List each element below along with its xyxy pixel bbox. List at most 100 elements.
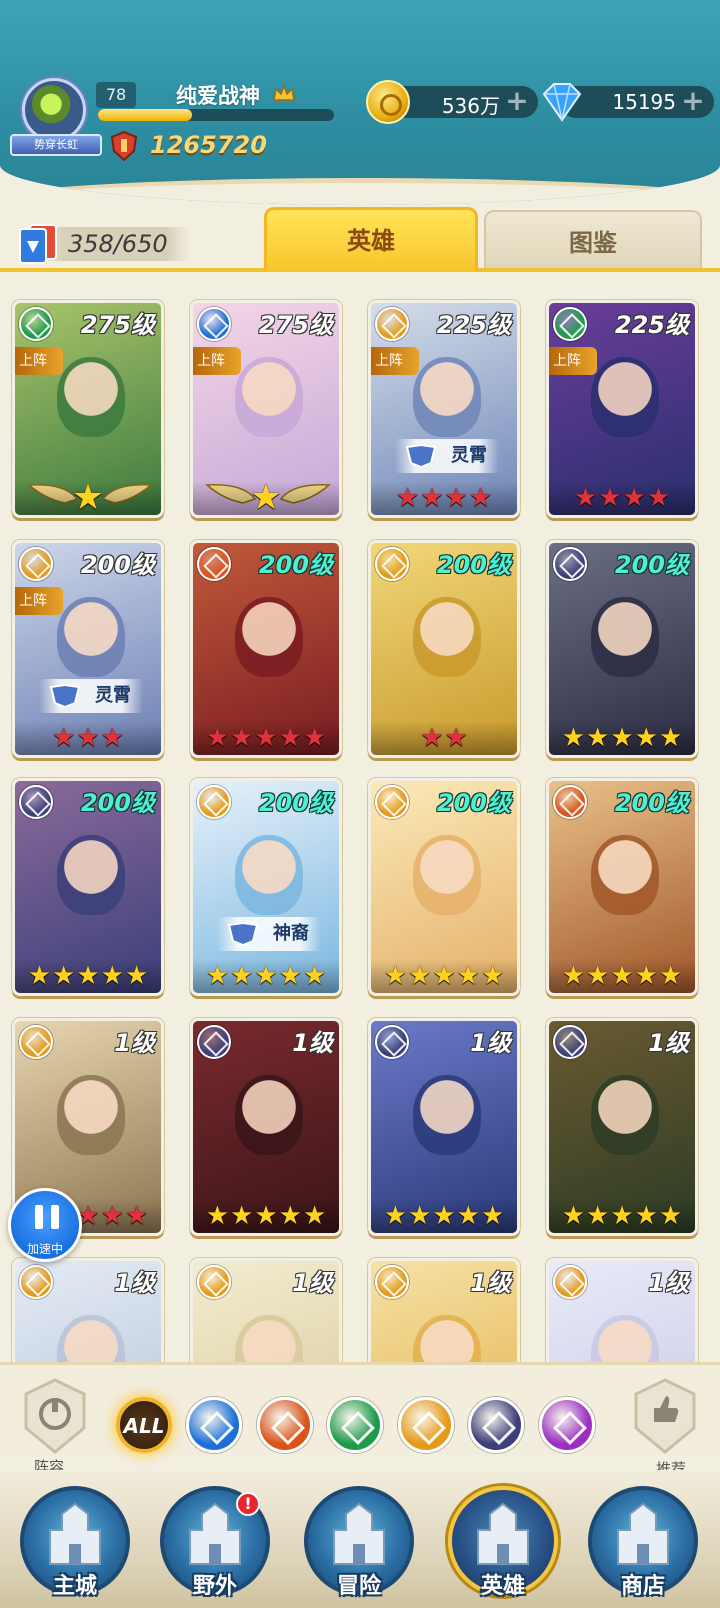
faction-water-icon xyxy=(197,307,231,341)
gold-star-icon: ★ xyxy=(278,961,302,991)
hero-face xyxy=(413,835,481,915)
hero-card[interactable]: 200级 ★ ★ ★ ★ ★ xyxy=(546,778,698,996)
red-star-icon: ★ xyxy=(205,723,230,753)
gold-star-icon: ★ xyxy=(480,1201,505,1231)
filter-light[interactable] xyxy=(397,1397,454,1453)
red-star-icon: ★ xyxy=(230,723,254,753)
filter-water[interactable] xyxy=(186,1397,242,1453)
filter-dark[interactable] xyxy=(468,1397,524,1453)
hero-level: 200级 xyxy=(80,789,155,817)
gold-coin-icon xyxy=(366,80,410,124)
player-avatar[interactable]: 势穿长虹 xyxy=(10,78,102,160)
faction-wind-icon xyxy=(19,307,53,341)
add-diamond-button[interactable]: + xyxy=(680,87,706,115)
lineup-button[interactable] xyxy=(22,1378,88,1456)
nav-adventure[interactable]: 冒险 xyxy=(304,1486,414,1599)
red-star-icon: ★ xyxy=(254,723,278,753)
filter-all[interactable]: ALL xyxy=(116,1397,172,1453)
filter-fire[interactable] xyxy=(256,1397,313,1453)
hero-level: 200级 xyxy=(436,551,511,579)
faction-light-icon xyxy=(19,547,53,581)
hero-level: 200级 xyxy=(614,551,689,579)
tab-codex[interactable]: 图鉴 xyxy=(484,210,702,270)
filter-wind[interactable] xyxy=(327,1397,383,1453)
hero-card[interactable]: 1级 xyxy=(546,1258,698,1362)
gold-star-icon: ★ xyxy=(254,961,278,991)
hero-card[interactable]: 1级 ★★★★★ xyxy=(190,1018,342,1236)
hero-level: 1级 xyxy=(114,1029,155,1057)
red-star-icon: ★ xyxy=(52,723,76,753)
hero-face xyxy=(57,835,125,915)
hero-card[interactable]: 200级 ★ ★ xyxy=(368,540,520,758)
gold-star-icon: ★ xyxy=(610,961,634,991)
hero-card[interactable]: 1级 xyxy=(368,1258,520,1362)
add-gold-button[interactable]: + xyxy=(504,87,530,115)
player-name: 纯爱战神 xyxy=(176,84,260,108)
hero-card[interactable]: 1级 ★★★★★ xyxy=(368,1018,520,1236)
red-star-icon: ★ xyxy=(302,723,327,753)
gold-star-icon: ★ xyxy=(432,961,456,991)
faction-light-icon xyxy=(19,1025,53,1059)
faction-light-icon xyxy=(197,785,231,819)
diamond-amount: 15195 xyxy=(612,90,676,114)
nav-shop[interactable]: 商店 xyxy=(588,1486,698,1599)
hero-level: 1级 xyxy=(470,1029,511,1057)
hero-level: 1级 xyxy=(648,1029,689,1057)
nav-main-city[interactable]: 主城 xyxy=(20,1486,130,1599)
hero-face xyxy=(591,835,659,915)
hero-stars: ★★★★★ xyxy=(549,959,695,993)
hero-card[interactable]: 200级 ★ ★ ★ ★ ★ xyxy=(368,778,520,996)
gold-star-icon: ★ xyxy=(634,723,658,753)
hero-stars: ★★★★★ xyxy=(193,959,339,993)
hero-card[interactable]: 200级 神裔 ★ ★ ★ ★ ★ xyxy=(190,778,342,996)
nav-label: 主城 xyxy=(52,1574,97,1599)
hero-card[interactable]: 1级 ★★★★★ xyxy=(546,1018,698,1236)
nav-label: 英雄 xyxy=(480,1574,525,1599)
avatar-title-badge: 势穿长虹 xyxy=(10,134,102,156)
gold-amount: 536万 xyxy=(441,94,500,118)
hero-level: 1级 xyxy=(648,1269,689,1297)
combat-power-value: 1265720 xyxy=(150,131,267,159)
hero-card[interactable]: 1级 xyxy=(12,1258,164,1362)
hero-stars: ★ xyxy=(15,480,161,515)
hero-stars: ★★★★★ xyxy=(371,1199,517,1233)
diamond-icon xyxy=(542,83,582,122)
hero-card[interactable]: 225级 上阵 ★ ★ ★ ★ xyxy=(546,300,698,518)
hero-card[interactable]: 200级 上阵 灵霄 ★ ★ ★ xyxy=(12,540,164,758)
hero-stars: ★★★★★ xyxy=(15,959,161,993)
red-star-icon: ★ xyxy=(420,483,444,513)
red-star-icon: ★ xyxy=(100,1201,124,1231)
red-star-icon: ★ xyxy=(573,483,598,513)
hero-card[interactable]: 200级 ★ ★ ★ ★ ★ xyxy=(12,778,164,996)
hero-card[interactable]: 200级 ★ ★ ★ ★ ★ xyxy=(190,540,342,758)
tag-emblem-icon xyxy=(405,443,437,469)
recommend-button[interactable] xyxy=(632,1378,698,1456)
red-star-icon: ★ xyxy=(622,483,646,513)
speed-up-label: 加速中 xyxy=(26,1242,63,1256)
red-star-icon: ★ xyxy=(468,483,493,513)
hero-face xyxy=(413,597,481,677)
nav-shop-icon xyxy=(617,1502,669,1565)
red-star-icon: ★ xyxy=(124,1201,149,1231)
nav-main-city-icon xyxy=(49,1502,101,1565)
hero-card[interactable]: 200级 ★ ★ ★ ★ ★ xyxy=(546,540,698,758)
hero-level: 200级 xyxy=(80,551,155,579)
hero-card[interactable]: 225级 上阵 灵霄 ★ ★ ★ ★ xyxy=(368,300,520,518)
gold-star-icon: ★ xyxy=(456,961,480,991)
gold-star-icon: ★ xyxy=(634,1201,658,1231)
tab-heroes[interactable]: 英雄 xyxy=(264,207,478,271)
hero-level: 275级 xyxy=(258,311,333,339)
gold-star-icon: ★ xyxy=(408,961,432,991)
nav-heroes[interactable]: 英雄 xyxy=(448,1486,558,1599)
gold-bar: 536万 + xyxy=(388,86,538,118)
tag-emblem-icon xyxy=(227,921,259,947)
gold-star-icon: ★ xyxy=(586,961,610,991)
hero-card[interactable]: 275级 上阵 ★ xyxy=(12,300,164,518)
gold-star-icon: ★ xyxy=(383,1201,408,1231)
filter-arcane[interactable] xyxy=(538,1397,595,1453)
hero-stars: ★★★★★ xyxy=(193,721,339,755)
hero-stars: ★★★★★ xyxy=(549,1199,695,1233)
nav-label: 冒险 xyxy=(336,1574,381,1599)
hero-card[interactable]: 1级 xyxy=(190,1258,342,1362)
hero-card[interactable]: 275级 上阵 ★ xyxy=(190,300,342,518)
